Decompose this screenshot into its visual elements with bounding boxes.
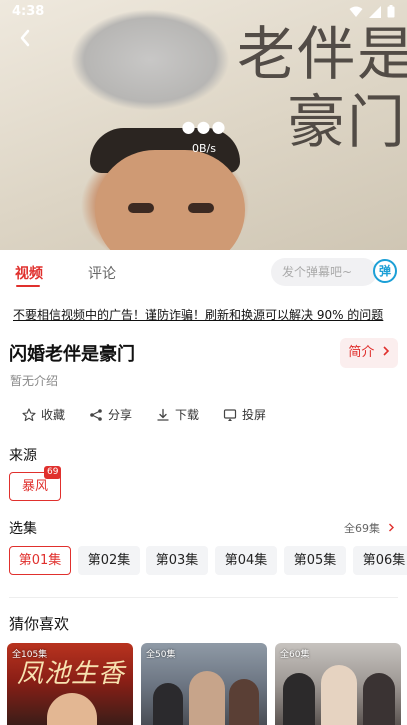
tab-comments[interactable]: 评论: [88, 263, 116, 283]
episode-button[interactable]: 第05集: [284, 546, 346, 575]
share-label: 分享: [108, 408, 133, 422]
action-bar: 收藏 分享 下载 投屏: [22, 406, 382, 426]
actor-eye: [188, 203, 214, 213]
recommend-episode-count: 全50集: [146, 650, 176, 660]
download-label: 下载: [175, 408, 200, 422]
poster-figure: [153, 683, 183, 725]
actor-eye: [128, 203, 154, 213]
poster-title-art: 老伴是 豪门: [237, 20, 407, 156]
source-heading: 来源: [9, 448, 37, 464]
tab-video[interactable]: 视频: [15, 263, 43, 283]
screen: 老伴是 豪门 4:38 ●●● 0B/s 视频 评论 发个弹幕吧~ 弹 不要相信…: [0, 0, 407, 725]
recommend-episode-count: 全105集: [12, 650, 48, 660]
star-icon: [22, 407, 36, 421]
poster-figure: [321, 665, 357, 725]
favorite-button[interactable]: 收藏: [22, 406, 65, 423]
episode-list: 第01集 第02集 第03集 第04集 第05集 第06集: [9, 546, 407, 576]
download-speed: 0B/s: [192, 142, 216, 155]
cast-button[interactable]: 投屏: [223, 406, 266, 423]
section-divider: [9, 597, 398, 598]
status-icons: [349, 5, 395, 18]
chevron-right-icon: [383, 346, 389, 356]
loading-indicator: ●●● 0B/s: [180, 117, 228, 156]
poster-figure: [283, 673, 315, 725]
share-icon: [90, 408, 102, 421]
danmu-input[interactable]: 发个弹幕吧~: [271, 258, 377, 286]
share-button[interactable]: 分享: [89, 406, 132, 423]
source-episode-badge: 69: [44, 466, 62, 479]
battery-icon: [387, 5, 395, 18]
download-button[interactable]: 下载: [156, 406, 199, 423]
episode-button[interactable]: 第01集: [9, 546, 71, 575]
episode-button[interactable]: 第06集: [353, 546, 407, 575]
favorite-label: 收藏: [41, 408, 66, 422]
loading-dots-icon: ●●●: [181, 117, 227, 136]
show-description: 暂无介绍: [10, 374, 59, 388]
episodes-heading: 选集: [9, 521, 37, 537]
recommend-card[interactable]: 全50集: [141, 643, 267, 725]
poster-figure: [229, 679, 259, 725]
cast-label: 投屏: [242, 408, 267, 422]
all-episodes-link[interactable]: 全69集: [344, 520, 395, 536]
recommend-heading: 猜你喜欢: [9, 615, 70, 633]
poster-figure: [189, 671, 225, 725]
poster-figure: [47, 693, 97, 725]
wifi-icon: [349, 6, 363, 17]
signal-icon: [369, 5, 381, 18]
episode-button[interactable]: 第04集: [215, 546, 277, 575]
all-episodes-label: 全69集: [344, 522, 380, 535]
recommend-episode-count: 全60集: [280, 650, 310, 660]
episode-button[interactable]: 第02集: [78, 546, 140, 575]
actor-face: [95, 150, 245, 250]
active-tab-indicator: [16, 285, 40, 287]
back-button[interactable]: [12, 28, 38, 54]
status-bar: 4:38: [0, 0, 407, 24]
recommend-card[interactable]: 凤池生香 全105集: [7, 643, 133, 725]
show-title: 闪婚老伴是豪门: [9, 344, 135, 365]
recommend-card[interactable]: 全60集: [275, 643, 401, 725]
cast-icon: [223, 408, 237, 421]
danmu-button[interactable]: 弹: [373, 259, 397, 283]
warning-notice: 不要相信视频中的广告！谨防诈骗！刷新和换源可以解决 90% 的问题: [13, 308, 384, 322]
poster-figure: [363, 673, 395, 725]
download-icon: [157, 408, 169, 421]
status-time: 4:38: [12, 4, 45, 19]
intro-button-label: 简介: [348, 345, 375, 360]
chevron-left-icon: [20, 29, 30, 47]
chevron-right-icon: [388, 523, 394, 532]
intro-button[interactable]: 简介: [340, 338, 398, 368]
episode-button[interactable]: 第03集: [146, 546, 208, 575]
content-tabs: 视频 评论 发个弹幕吧~ 弹: [0, 250, 407, 294]
video-player[interactable]: 老伴是 豪门 4:38 ●●● 0B/s: [0, 0, 407, 250]
